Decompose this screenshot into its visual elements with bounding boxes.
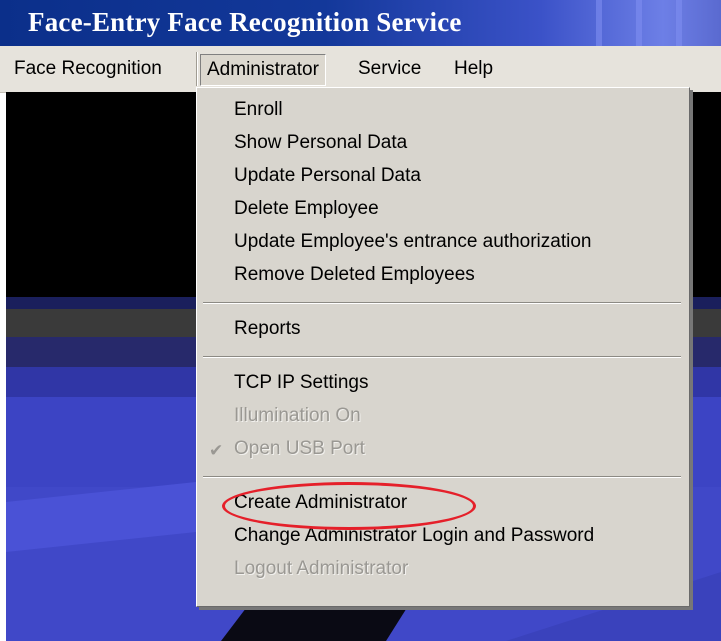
menu-item-delete-employee[interactable]: Delete Employee: [234, 194, 379, 224]
menu-item-update-entrance-authorization[interactable]: Update Employee's entrance authorization: [234, 227, 591, 257]
menu-item-enroll[interactable]: Enroll: [234, 95, 283, 125]
menu-item-logout-administrator: Logout Administrator: [234, 558, 409, 579]
title-bar-gradient-stripe: [676, 0, 682, 46]
menu-item-create-administrator[interactable]: Create Administrator: [234, 488, 407, 518]
menu-divider: [203, 356, 681, 358]
menu-bar: Face Recognition Administrator Service H…: [0, 46, 721, 93]
check-icon: ✔: [209, 441, 224, 460]
menu-item-illumination-on: Illumination On: [234, 405, 361, 426]
menu-item-update-personal-data[interactable]: Update Personal Data: [234, 161, 421, 191]
administrator-dropdown-menu: Enroll Show Personal Data Update Persona…: [196, 87, 690, 607]
menu-divider: [203, 476, 681, 478]
menu-face-recognition[interactable]: Face Recognition: [14, 54, 162, 84]
title-bar-gradient-stripe: [636, 0, 642, 46]
menu-separator: [196, 52, 198, 86]
menu-item-change-administrator-login[interactable]: Change Administrator Login and Password: [234, 521, 594, 551]
app-window: Face-Entry Face Recognition Service Face…: [0, 0, 721, 641]
title-bar-gradient-stripe: [596, 0, 602, 46]
menu-divider: [203, 302, 681, 304]
window-title: Face-Entry Face Recognition Service: [28, 7, 462, 37]
menu-item-show-personal-data[interactable]: Show Personal Data: [234, 128, 407, 158]
menu-item-reports[interactable]: Reports: [234, 314, 301, 344]
menu-item-remove-deleted-employees[interactable]: Remove Deleted Employees: [234, 260, 475, 290]
menu-help[interactable]: Help: [454, 54, 493, 84]
menu-service[interactable]: Service: [358, 54, 421, 84]
menu-item-open-usb-port: Open USB Port: [234, 438, 365, 459]
menu-administrator[interactable]: Administrator: [200, 54, 326, 86]
menu-item-tcp-ip-settings[interactable]: TCP IP Settings: [234, 368, 368, 398]
title-bar: Face-Entry Face Recognition Service: [0, 0, 721, 46]
